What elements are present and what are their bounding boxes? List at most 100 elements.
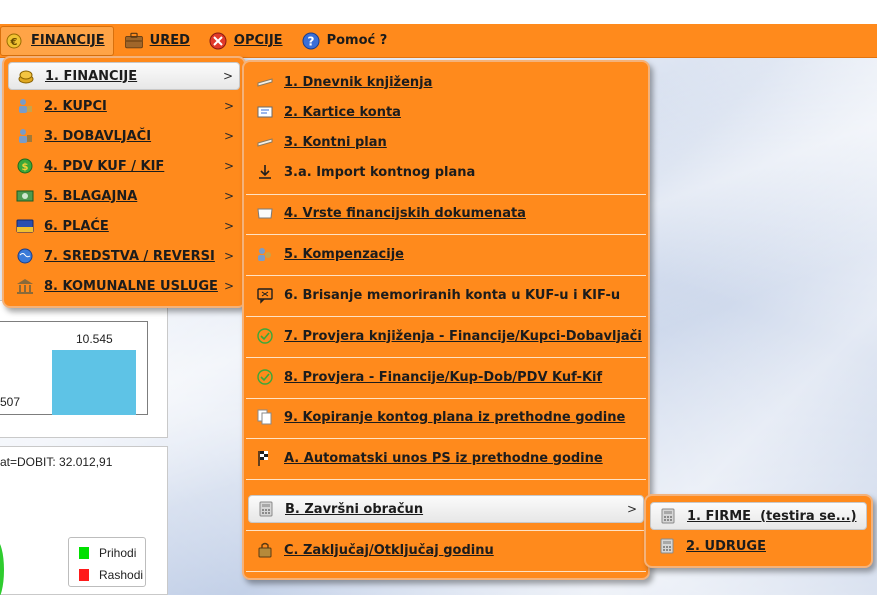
menubar-label: FINANCIJE bbox=[31, 33, 105, 48]
chart-bar bbox=[52, 350, 136, 415]
chevron-right-icon: > bbox=[223, 219, 234, 233]
card-file-icon bbox=[254, 101, 276, 123]
menu-item-label: 6. PLAĆE bbox=[44, 218, 109, 234]
bar-chart-area: 10.545 507 bbox=[0, 321, 148, 415]
chevron-right-icon: > bbox=[223, 279, 234, 293]
submenu-item-label: 5. Kompenzacije bbox=[284, 246, 404, 262]
submenu-zavrsni-obracun: 1. FIRME (testira se...) 2. UDRUGE bbox=[644, 494, 873, 568]
chart-legend: Prihodi Rashodi bbox=[68, 537, 146, 587]
chevron-right-icon: > bbox=[223, 189, 234, 203]
bar-value-label-left: 507 bbox=[0, 395, 21, 409]
menu-item-sredstva[interactable]: 7. SREDSTVA / REVERSI > bbox=[8, 242, 240, 270]
menu-item-label: 3. DOBAVLJAČI bbox=[44, 128, 152, 144]
menubar-label: OPCIJE bbox=[233, 33, 283, 48]
menubar-financije[interactable]: € FINANCIJE bbox=[0, 25, 114, 56]
dobit-text: at=DOBIT: 32.012,91 bbox=[0, 455, 113, 469]
menu-separator bbox=[246, 275, 646, 276]
menu-separator bbox=[246, 194, 646, 195]
menubar-pomoc[interactable]: ? Pomoć ? bbox=[297, 26, 396, 56]
submenu-item-label: 1. FIRME (testira se...) bbox=[687, 508, 857, 524]
legend-swatch bbox=[79, 547, 89, 559]
menubar-opcije[interactable]: OPCIJE bbox=[204, 26, 291, 56]
calculator-icon bbox=[656, 535, 678, 557]
submenu-item-label: B. Završni obračun bbox=[285, 501, 424, 517]
journal-icon bbox=[254, 71, 276, 93]
submenu-item-label: A. Automatski unos PS iz prethodne godin… bbox=[284, 450, 603, 466]
plan-icon bbox=[254, 131, 276, 153]
submenu-item-firme[interactable]: 1. FIRME (testira se...) bbox=[650, 502, 867, 530]
submenu-item-label: 2. UDRUGE bbox=[686, 538, 766, 554]
calculator-icon bbox=[255, 498, 277, 520]
menubar-ured[interactable]: URED bbox=[120, 26, 198, 56]
menu-item-label: 2. KUPCI bbox=[44, 98, 107, 114]
menu-item-blagajna[interactable]: 5. BLAGAJNA > bbox=[8, 182, 240, 210]
submenu-item-label: 3.a. Import kontnog plana bbox=[284, 164, 476, 180]
submenu-item-zakljucaj[interactable]: C. Zaključaj/Otključaj godinu bbox=[248, 536, 644, 564]
check-icon bbox=[254, 366, 276, 388]
menu-item-pdv[interactable]: $ 4. PDV KUF / KIF > bbox=[8, 152, 240, 180]
card-icon bbox=[14, 215, 36, 237]
menu-item-financije[interactable]: 1. FINANCIJE > bbox=[8, 62, 240, 90]
money-icon: € bbox=[5, 31, 25, 51]
menu-item-kupci[interactable]: 2. KUPCI > bbox=[8, 92, 240, 120]
menubar-label: Pomoć ? bbox=[326, 33, 388, 48]
legend-label: Rashodi bbox=[99, 568, 144, 582]
menu-item-label: 4. PDV KUF / KIF bbox=[44, 158, 165, 174]
menu-item-place[interactable]: 6. PLAĆE > bbox=[8, 212, 240, 240]
submenu-item-dnevnik[interactable]: 1. Dnevnik knjiženja bbox=[248, 68, 644, 96]
submenu-item-zavrsni-obracun[interactable]: B. Završni obračun > bbox=[248, 495, 644, 523]
menu-item-label: 5. BLAGAJNA bbox=[44, 188, 138, 204]
submenu-item-automatski[interactable]: A. Automatski unos PS iz prethodne godin… bbox=[248, 444, 644, 472]
menu-financije: 1. FINANCIJE > 2. KUPCI > 3. DOBAVLJAČI … bbox=[2, 56, 246, 308]
submenu-item-label: 2. Kartice konta bbox=[284, 104, 401, 120]
cash-icon bbox=[14, 185, 36, 207]
menu-separator bbox=[246, 398, 646, 399]
submenu-item-kontni-plan[interactable]: 3. Kontni plan bbox=[248, 128, 644, 156]
download-icon bbox=[254, 161, 276, 183]
menu-item-komunalne[interactable]: 8. KOMUNALNE USLUGE > bbox=[8, 272, 240, 300]
menubar: € FINANCIJE URED OPCIJE ? Pomoć ? bbox=[0, 24, 877, 58]
copy-icon bbox=[254, 406, 276, 428]
chevron-right-icon: > bbox=[222, 69, 233, 83]
submenu-item-label: 3. Kontni plan bbox=[284, 134, 387, 150]
submenu-item-provjera-1[interactable]: 7. Provjera knjiženja - Financije/Kupci-… bbox=[248, 322, 644, 350]
svg-text:$: $ bbox=[22, 162, 29, 173]
submenu-item-udruge[interactable]: 2. UDRUGE bbox=[650, 532, 867, 560]
chevron-right-icon: > bbox=[223, 159, 234, 173]
submenu-item-label: C. Zaključaj/Otključaj godinu bbox=[284, 542, 494, 558]
chevron-right-icon: > bbox=[223, 129, 234, 143]
menu-item-label: 7. SREDSTVA / REVERSI bbox=[44, 248, 215, 264]
submenu-item-brisanje[interactable]: 6. Brisanje memoriranih konta u KUF-u i … bbox=[248, 281, 644, 309]
submenu-item-import[interactable]: 3.a. Import kontnog plana bbox=[248, 158, 644, 186]
submenu-item-kopiranje[interactable]: 9. Kopiranje kontog plana iz prethodne g… bbox=[248, 403, 644, 431]
calculator-icon bbox=[657, 505, 679, 527]
globe-icon bbox=[14, 245, 36, 267]
submenu-item-label: 7. Provjera knjiženja - Financije/Kupci-… bbox=[284, 328, 642, 344]
menu-item-label: 8. KOMUNALNE USLUGE bbox=[44, 278, 218, 294]
menu-separator bbox=[246, 234, 646, 235]
help-icon: ? bbox=[301, 31, 321, 51]
chevron-right-icon: > bbox=[223, 249, 234, 263]
submenu-item-label: 9. Kopiranje kontog plana iz prethodne g… bbox=[284, 409, 626, 425]
submenu-item-provjera-2[interactable]: 8. Provjera - Financije/Kup-Dob/PDV Kuf-… bbox=[248, 363, 644, 391]
flag-icon bbox=[254, 447, 276, 469]
coins-icon bbox=[15, 65, 37, 87]
menu-separator bbox=[246, 316, 646, 317]
options-icon bbox=[208, 31, 228, 51]
chevron-right-icon: > bbox=[626, 502, 637, 516]
submenu-item-label: 6. Brisanje memoriranih konta u KUF-u i … bbox=[284, 287, 621, 303]
chart-panel: 10.545 507 bbox=[0, 300, 168, 438]
submenu-item-kompenzacije[interactable]: 5. Kompenzacije bbox=[248, 240, 644, 268]
submenu-item-vrste[interactable]: 4. Vrste financijskih dokumenata bbox=[248, 199, 644, 227]
delete-icon bbox=[254, 284, 276, 306]
menu-separator bbox=[246, 357, 646, 358]
legend-item-prihodi: Prihodi bbox=[79, 546, 136, 560]
menu-separator bbox=[246, 438, 646, 439]
customers-icon bbox=[14, 95, 36, 117]
bar-value-label: 10.545 bbox=[76, 332, 113, 346]
lock-icon bbox=[254, 539, 276, 561]
legend-label: Prihodi bbox=[99, 546, 137, 560]
briefcase-icon bbox=[124, 31, 144, 51]
submenu-item-kartice[interactable]: 2. Kartice konta bbox=[248, 98, 644, 126]
menu-item-dobavljaci[interactable]: 3. DOBAVLJAČI > bbox=[8, 122, 240, 150]
